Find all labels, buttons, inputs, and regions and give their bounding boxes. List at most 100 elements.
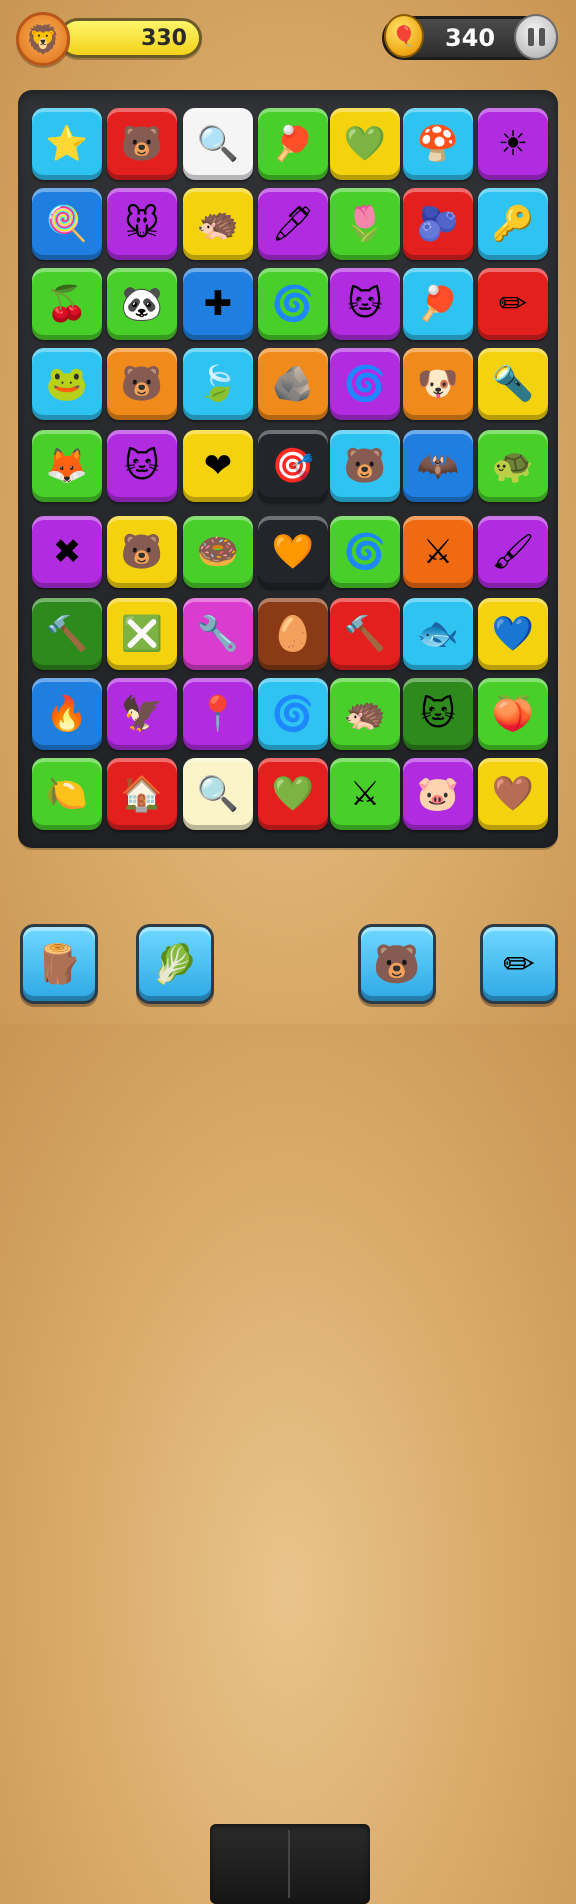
pause-button[interactable] bbox=[514, 14, 558, 60]
pause-icon bbox=[527, 28, 545, 46]
tile-5-5[interactable]: ⚔ bbox=[403, 516, 473, 588]
donut-icon: 🍩 bbox=[196, 532, 240, 572]
tile-8-4[interactable]: ⚔ bbox=[330, 758, 400, 830]
tile-6-1[interactable]: ❎ bbox=[107, 598, 177, 670]
tile-1-3[interactable]: 🖊 bbox=[258, 188, 328, 260]
tile-2-6[interactable]: ✏ bbox=[478, 268, 548, 340]
tile-8-5[interactable]: 🐷 bbox=[403, 758, 473, 830]
tile-5-6[interactable]: 🖌 bbox=[478, 516, 548, 588]
tile-1-6[interactable]: 🔑 bbox=[478, 188, 548, 260]
tile-3-3[interactable]: 🪨 bbox=[258, 348, 328, 420]
heart-icon: ❤ bbox=[203, 446, 233, 486]
score-value: 330 bbox=[141, 25, 187, 51]
tile-5-4[interactable]: 🌀 bbox=[330, 516, 400, 588]
tile-8-2[interactable]: 🔍 bbox=[183, 758, 253, 830]
sun-icon: ☀ bbox=[497, 124, 529, 164]
tile-7-0[interactable]: 🔥 bbox=[32, 678, 102, 750]
leaf-heart-icon: 💚 bbox=[343, 124, 387, 164]
heart-icon: 💚 bbox=[271, 774, 315, 814]
tile-7-4[interactable]: 🦔 bbox=[330, 678, 400, 750]
tile-3-2[interactable]: 🍃 bbox=[183, 348, 253, 420]
tile-1-0[interactable]: 🍭 bbox=[32, 188, 102, 260]
pencil-icon: 🖊 bbox=[271, 204, 315, 244]
tile-3-1[interactable]: 🐻 bbox=[107, 348, 177, 420]
tile-4-5[interactable]: 🦇 bbox=[403, 430, 473, 502]
panda-icon: 🐼 bbox=[120, 284, 164, 324]
tile-5-0[interactable]: ✖ bbox=[32, 516, 102, 588]
tile-6-2[interactable]: 🔧 bbox=[183, 598, 253, 670]
leaf-icon: 🍃 bbox=[196, 364, 240, 404]
tile-7-6[interactable]: 🍑 bbox=[478, 678, 548, 750]
flame-icon: 🔥 bbox=[45, 694, 89, 734]
score-display: 330 bbox=[58, 18, 202, 58]
tile-8-6[interactable]: 🤎 bbox=[478, 758, 548, 830]
tile-0-5[interactable]: 🍄 bbox=[403, 108, 473, 180]
tile-8-0[interactable]: 🍋 bbox=[32, 758, 102, 830]
house-icon: 🏠 bbox=[120, 774, 164, 814]
tile-2-0[interactable]: 🍒 bbox=[32, 268, 102, 340]
tile-5-2[interactable]: 🍩 bbox=[183, 516, 253, 588]
tool-button-leaf[interactable]: 🥬 bbox=[136, 924, 214, 1004]
tile-3-0[interactable]: 🐸 bbox=[32, 348, 102, 420]
mushroom-icon: 🍄 bbox=[416, 124, 460, 164]
tile-7-3[interactable]: 🌀 bbox=[258, 678, 328, 750]
lemon-icon: 🍋 bbox=[45, 774, 89, 814]
heart-icon: 🤎 bbox=[491, 774, 535, 814]
tile-2-1[interactable]: 🐼 bbox=[107, 268, 177, 340]
tile-5-3[interactable]: 🧡 bbox=[258, 516, 328, 588]
tile-2-5[interactable]: 🏓 bbox=[403, 268, 473, 340]
tile-1-5[interactable]: 🫐 bbox=[403, 188, 473, 260]
tile-6-6[interactable]: 💙 bbox=[478, 598, 548, 670]
tool-button-bear[interactable]: 🐻 bbox=[358, 924, 436, 1004]
tile-8-1[interactable]: 🏠 bbox=[107, 758, 177, 830]
tile-4-2[interactable]: ❤ bbox=[183, 430, 253, 502]
tile-2-2[interactable]: ✚ bbox=[183, 268, 253, 340]
urchin-icon: 🦔 bbox=[343, 694, 387, 734]
tile-6-0[interactable]: 🔨 bbox=[32, 598, 102, 670]
tile-3-5[interactable]: 🐶 bbox=[403, 348, 473, 420]
tile-0-3[interactable]: 🏓 bbox=[258, 108, 328, 180]
tile-0-4[interactable]: 💚 bbox=[330, 108, 400, 180]
tile-7-5[interactable]: 🐱 bbox=[403, 678, 473, 750]
tile-4-3[interactable]: 🎯 bbox=[258, 430, 328, 502]
tile-4-1[interactable]: 🐱 bbox=[107, 430, 177, 502]
tile-4-0[interactable]: 🦊 bbox=[32, 430, 102, 502]
tile-2-4[interactable]: 🐱 bbox=[330, 268, 400, 340]
balloon-coin-icon: 🎈 bbox=[384, 14, 424, 58]
tile-1-1[interactable]: 🐭 bbox=[107, 188, 177, 260]
swirl-icon: 🌀 bbox=[343, 364, 387, 404]
tile-1-2[interactable]: 🦔 bbox=[183, 188, 253, 260]
bat-icon: 🦇 bbox=[416, 446, 460, 486]
hammer-icon: 🔨 bbox=[343, 614, 387, 654]
tile-1-4[interactable]: 🌷 bbox=[330, 188, 400, 260]
bear-icon: 🐻 bbox=[120, 124, 164, 164]
tile-7-1[interactable]: 🦅 bbox=[107, 678, 177, 750]
tool-button-rolling-pin[interactable]: 🪵 bbox=[20, 924, 98, 1004]
popsicle-icon: 🍭 bbox=[45, 204, 89, 244]
tile-3-6[interactable]: 🔦 bbox=[478, 348, 548, 420]
tile-8-3[interactable]: 💚 bbox=[258, 758, 328, 830]
tile-0-0[interactable]: ⭐ bbox=[32, 108, 102, 180]
tile-6-5[interactable]: 🐟 bbox=[403, 598, 473, 670]
tile-5-1[interactable]: 🐻 bbox=[107, 516, 177, 588]
tile-4-6[interactable]: 🐢 bbox=[478, 430, 548, 502]
tile-6-3[interactable]: 🥚 bbox=[258, 598, 328, 670]
tile-6-4[interactable]: 🔨 bbox=[330, 598, 400, 670]
collection-tray bbox=[210, 1824, 370, 1904]
swirl-icon: 🌀 bbox=[271, 284, 315, 324]
tile-0-6[interactable]: ☀ bbox=[478, 108, 548, 180]
lion-avatar-icon[interactable]: 🦁 bbox=[16, 12, 70, 66]
heart-icon: 💙 bbox=[491, 614, 535, 654]
tile-0-2[interactable]: 🔍 bbox=[183, 108, 253, 180]
tile-3-4[interactable]: 🌀 bbox=[330, 348, 400, 420]
tile-2-3[interactable]: 🌀 bbox=[258, 268, 328, 340]
pin-icon: 📍 bbox=[196, 694, 240, 734]
cat-icon: 🐱 bbox=[420, 694, 456, 734]
tool-button-pencil[interactable]: ✏ bbox=[480, 924, 558, 1004]
tray-divider bbox=[288, 1830, 290, 1898]
game-board: ⭐ 🐻 🔍 🏓 💚 🍄 ☀ 🍭 🐭 🦔 🖊 🌷 🫐 🔑 🍒 🐼 ✚ 🌀 🐱 🏓 ✏ 🐸 🐻 🍃 🪨 🌀 🐶 🔦 🦊 🐱 ❤ 🎯 🐻 🦇 🐢 ✖ 🐻 🍩 🧡 🌀… bbox=[18, 90, 558, 848]
key-icon: 🔑 bbox=[491, 204, 535, 244]
tile-0-1[interactable]: 🐻 bbox=[107, 108, 177, 180]
tile-7-2[interactable]: 📍 bbox=[183, 678, 253, 750]
tile-4-4[interactable]: 🐻 bbox=[330, 430, 400, 502]
